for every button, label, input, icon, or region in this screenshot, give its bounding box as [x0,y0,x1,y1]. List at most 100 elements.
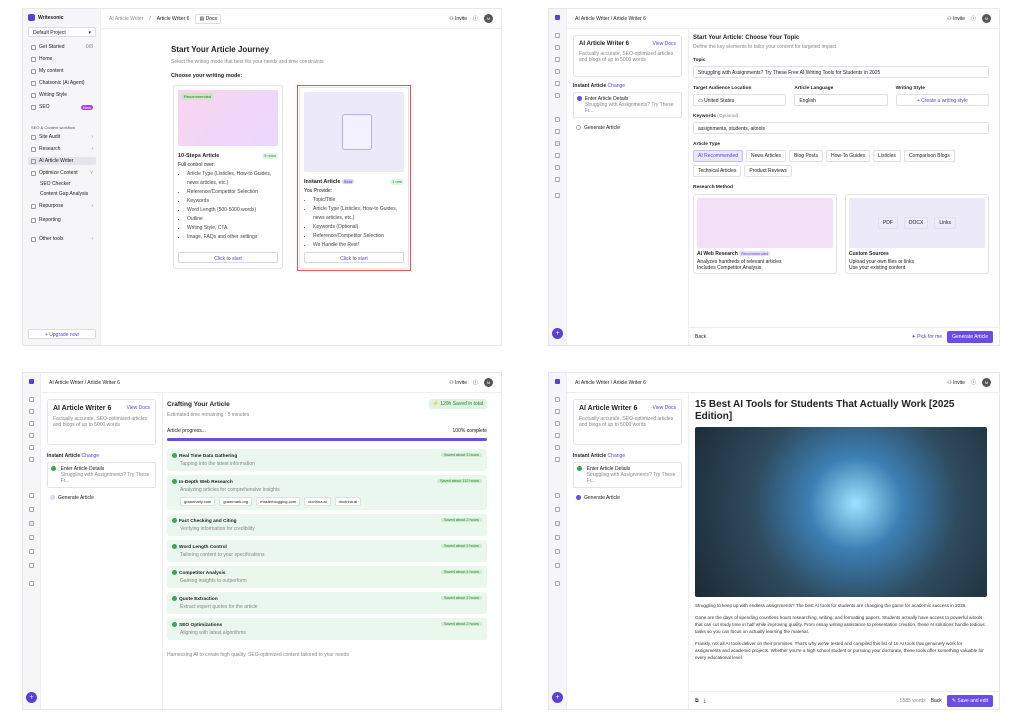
chart-icon[interactable] [29,457,34,462]
chat-icon[interactable] [29,433,34,438]
save-and-edit-button[interactable]: ✎ Save and edit [946,694,993,707]
start-instant-button[interactable]: Click to start [304,252,404,263]
logo[interactable]: Writesonic [28,14,63,21]
step-enter-details[interactable]: Enter Article Details Struggling with Ass… [47,462,156,488]
sidebar-item-site-audit[interactable]: Site Audit › [28,133,96,141]
change-link[interactable]: Change [608,453,626,459]
flag-icon[interactable] [29,397,34,402]
plus-icon[interactable]: + [552,692,563,703]
pen-icon[interactable] [555,445,560,450]
sidebar-item-research[interactable]: Research › [28,145,96,153]
generate-article-button[interactable]: Generate Article [947,330,993,343]
edit-icon[interactable] [29,521,34,526]
view-docs-link[interactable]: View Docs [652,405,676,412]
invite-button[interactable]: ⚇ Invite [947,16,965,22]
optimize-icon[interactable] [29,535,34,540]
folder-icon[interactable] [555,421,560,426]
sidebar-item-home[interactable]: Home [28,55,96,63]
help-icon[interactable]: ⓘ [473,379,478,386]
bulb-icon[interactable] [555,129,560,134]
chat-icon[interactable] [555,69,560,74]
avatar[interactable]: M [484,378,493,387]
repeat-icon[interactable] [555,549,560,554]
pen-icon[interactable] [29,445,34,450]
sidebar-item-seo-checker[interactable]: SEO Checker [37,180,96,188]
audit-icon[interactable] [555,493,560,498]
type-chip-how-to[interactable]: How-To Guides [825,150,871,162]
view-docs-link[interactable]: View Docs [126,405,150,412]
logo-icon[interactable] [555,379,560,384]
type-chip-news[interactable]: News Articles [746,150,787,162]
avatar[interactable]: M [484,14,493,23]
type-chip-comparison[interactable]: Comparison Blogs [903,150,955,162]
sidebar-item-reporting[interactable]: Reporting [28,216,96,224]
plus-icon[interactable]: + [26,692,37,703]
report-icon[interactable] [29,563,34,568]
sidebar-item-repurpose[interactable]: Repurpose › [28,202,96,210]
project-select[interactable]: Default Project ▾ [28,27,96,37]
folder-icon[interactable] [29,421,34,426]
change-link[interactable]: Change [82,453,100,459]
invite-button[interactable]: ⚇ Invite [449,380,467,386]
step-generate[interactable]: Generate Article [47,492,156,504]
card-10-steps[interactable]: Recommended 10-Steps Article 5 mins Full … [173,85,283,269]
folder-icon[interactable] [555,57,560,62]
chat-icon[interactable] [555,433,560,438]
chart-icon[interactable] [555,457,560,462]
help-icon[interactable]: ⓘ [971,15,976,22]
flag-icon[interactable] [555,397,560,402]
help-icon[interactable]: ⓘ [971,379,976,386]
sidebar-item-optimize[interactable]: Optimize Content ˅ [28,169,96,177]
repeat-icon[interactable] [555,165,560,170]
bulb-icon[interactable] [555,507,560,512]
create-style-button[interactable]: + Create a writing style [895,94,989,106]
chart-icon[interactable] [555,93,560,98]
language-select[interactable]: English [794,94,888,106]
back-button[interactable]: Back [931,698,942,704]
more-icon[interactable] [29,581,34,586]
topic-input[interactable]: Struggling with Assignments? Try These F… [693,66,989,78]
audit-icon[interactable] [555,117,560,122]
invite-button[interactable]: ⚇ Invite [947,380,965,386]
type-chip-listicles[interactable]: Listicles [873,150,901,162]
home-icon[interactable] [29,409,34,414]
change-link[interactable]: Change [608,83,626,89]
more-icon[interactable] [555,193,560,198]
download-icon[interactable]: ⤓ [704,698,706,704]
step-enter-details[interactable]: Enter Article Details Struggling with Ass… [573,92,682,118]
sidebar-item-seo[interactable]: SEO New [28,103,96,111]
report-icon[interactable] [555,563,560,568]
sidebar-item-content-gap[interactable]: Content Gap Analysis [37,190,96,198]
card-instant-article[interactable]: Instant Article Beta 1 min You Provide: T… [299,87,409,269]
type-chip-ai-recommended[interactable]: AI Recommended [693,150,744,162]
invite-button[interactable]: ⚇ Invite [449,16,467,22]
step-enter-details[interactable]: Enter Article Details Struggling with Ass… [573,462,682,488]
keywords-input[interactable]: assignments, students, aitools [693,122,989,134]
type-chip-blog[interactable]: Blog Posts [789,150,823,162]
edit-icon[interactable] [555,141,560,146]
step-generate[interactable]: Generate Article [573,122,682,134]
step-generate[interactable]: Generate Article [573,492,682,504]
view-docs-link[interactable]: View Docs [652,41,676,47]
start-10-steps-button[interactable]: Click to start [178,252,278,263]
optimize-icon[interactable] [555,535,560,540]
logo-icon[interactable] [555,15,560,20]
plus-icon[interactable]: + [552,328,563,339]
breadcrumb-parent[interactable]: AI Article Writer [109,16,143,22]
avatar[interactable]: M [982,378,991,387]
sidebar-item-writing-style[interactable]: Writing Style [28,91,96,99]
home-icon[interactable] [555,45,560,50]
repeat-icon[interactable] [29,549,34,554]
report-icon[interactable] [555,177,560,182]
research-custom-sources[interactable]: PDF DOCX Links Custom Sources Upload you… [845,194,989,274]
help-icon[interactable]: ⓘ [473,15,478,22]
optimize-icon[interactable] [555,153,560,158]
upgrade-button[interactable]: + Upgrade now [28,329,96,339]
sidebar-item-get-started[interactable]: Get Started 0/8 [28,43,96,51]
sidebar-item-ai-article-writer[interactable]: AI Article Writer [28,157,96,165]
docs-button[interactable]: ▤ Docs [195,13,221,24]
sidebar-item-other-tools[interactable]: Other tools › [28,235,96,243]
pick-for-me-button[interactable]: ✦ Pick for me [912,334,943,340]
bulb-icon[interactable] [29,507,34,512]
pen-icon[interactable] [555,81,560,86]
